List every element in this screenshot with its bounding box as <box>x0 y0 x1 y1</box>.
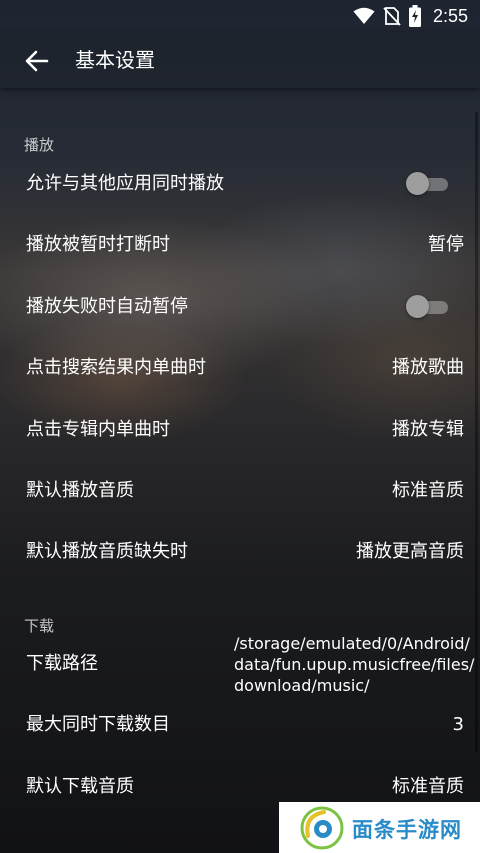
path-line: data/fun.upup.musicfree/files/ <box>234 655 475 674</box>
setting-row-allow-concurrent-play[interactable]: 允许与其他应用同时播放 <box>0 154 480 214</box>
page-title: 基本设置 <box>75 48 155 72</box>
setting-value: 暂停 <box>428 234 464 255</box>
setting-label: 下载路径 <box>26 653 98 674</box>
toggle-thumb <box>406 295 429 318</box>
toggle-thumb <box>406 172 429 195</box>
setting-value: 播放专辑 <box>392 419 464 440</box>
setting-label: 点击专辑内单曲时 <box>26 419 170 440</box>
section-label-playback: 播放 <box>24 136 55 154</box>
setting-label: 点击搜索结果内单曲时 <box>26 357 206 378</box>
battery-charging-icon <box>408 5 421 27</box>
watermark-text: 面条手游网 <box>352 818 462 842</box>
setting-label: 最大同时下载数目 <box>26 714 170 735</box>
setting-value: 标准音质 <box>392 480 464 501</box>
arrow-left-icon[interactable] <box>24 48 50 74</box>
setting-label: 播放被暂时打断时 <box>26 234 170 255</box>
setting-value: 标准音质 <box>392 776 464 797</box>
setting-row-search-result-click[interactable]: 点击搜索结果内单曲时 播放歌曲 <box>0 338 480 398</box>
status-icons: 2:55 <box>353 5 468 27</box>
setting-label: 允许与其他应用同时播放 <box>26 173 224 194</box>
setting-label: 默认播放音质 <box>26 480 134 501</box>
setting-row-default-play-quality[interactable]: 默认播放音质 标准音质 <box>0 461 480 521</box>
setting-row-quality-missing[interactable]: 默认播放音质缺失时 播放更高音质 <box>0 522 480 582</box>
toggle-switch[interactable] <box>406 295 450 318</box>
watermark: 面条手游网 <box>279 802 480 853</box>
download-path-value: /storage/emulated/0/Android/ data/fun.up… <box>234 633 475 696</box>
watermark-logo-icon <box>300 806 344 850</box>
path-line: /storage/emulated/0/Android/ <box>234 634 470 653</box>
setting-label: 默认播放音质缺失时 <box>26 541 188 562</box>
setting-row-max-downloads[interactable]: 最大同时下载数目 3 <box>0 695 480 755</box>
setting-value: 播放歌曲 <box>392 357 464 378</box>
setting-row-auto-pause-on-fail[interactable]: 播放失败时自动暂停 <box>0 277 480 337</box>
toggle-switch[interactable] <box>406 172 450 195</box>
setting-row-album-click[interactable]: 点击专辑内单曲时 播放专辑 <box>0 400 480 460</box>
setting-label: 默认下载音质 <box>26 776 134 797</box>
setting-row-download-path[interactable]: 下载路径 /storage/emulated/0/Android/ data/f… <box>0 633 480 697</box>
wifi-icon <box>353 7 375 24</box>
setting-value: 3 <box>452 714 464 735</box>
setting-row-interrupt-behavior[interactable]: 播放被暂时打断时 暂停 <box>0 215 480 275</box>
status-time: 2:55 <box>432 5 468 26</box>
setting-label: 播放失败时自动暂停 <box>26 296 188 317</box>
no-sim-icon <box>383 7 401 26</box>
path-line: download/music/ <box>234 676 370 695</box>
app-header: 基本设置 <box>0 32 480 88</box>
status-bar: 2:55 <box>0 0 480 32</box>
setting-value: 播放更高音质 <box>356 541 464 562</box>
